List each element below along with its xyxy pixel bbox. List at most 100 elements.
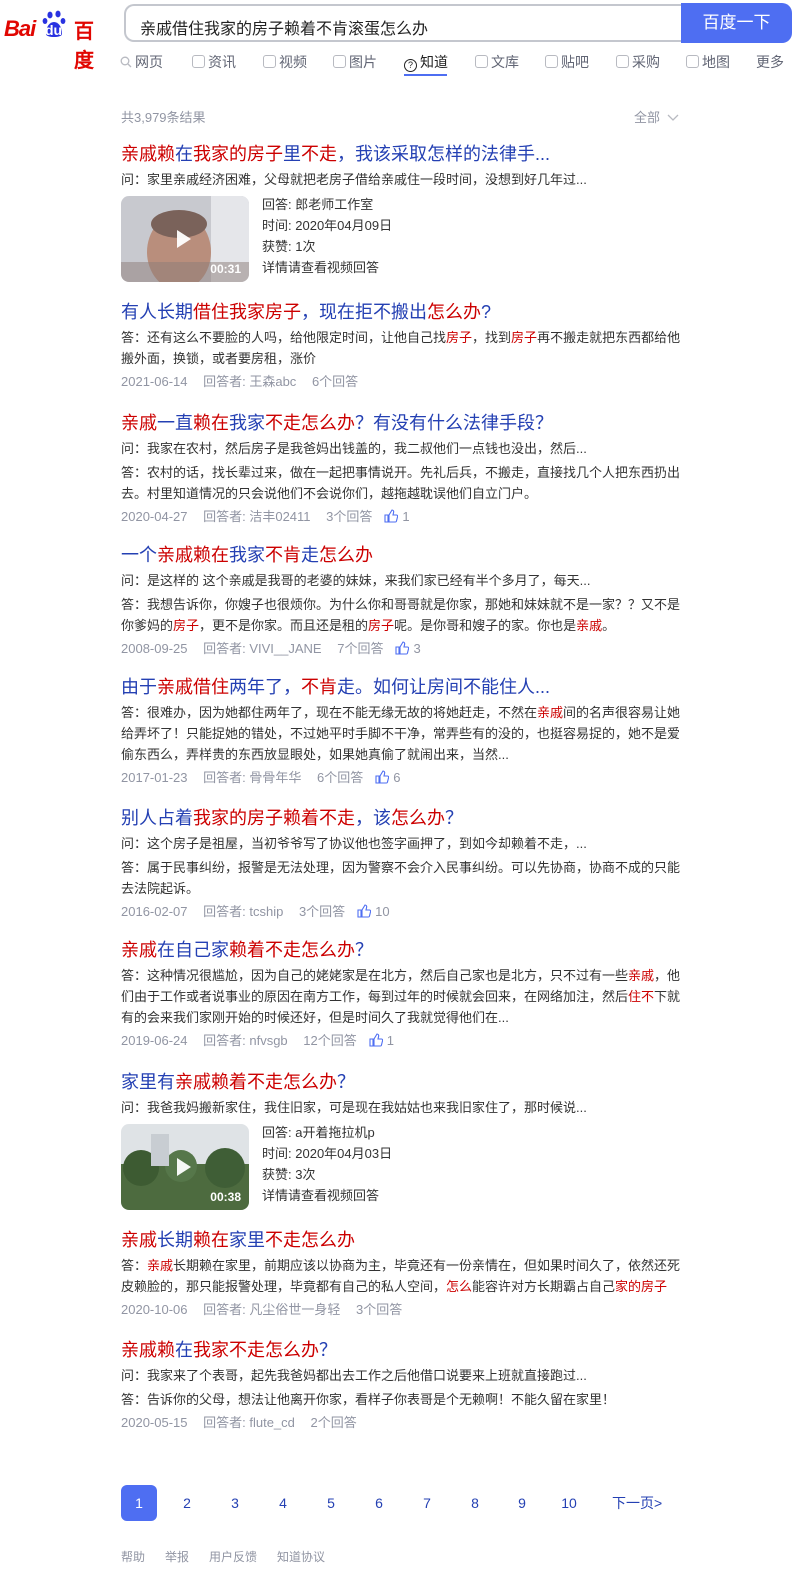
tab-web[interactable]: 网页 <box>120 52 163 78</box>
baidu-logo[interactable]: Bai du 百度 <box>4 6 108 72</box>
play-icon <box>177 1158 191 1176</box>
result-date: 2020-05-15 <box>121 1415 188 1430</box>
like-button[interactable]: 3 <box>395 641 421 656</box>
result-meta: 2019-06-24 回答者: nfvsgb 12个回答 1 <box>121 1031 681 1051</box>
result-answerer[interactable]: 回答者: 洁丰02411 <box>203 507 310 527</box>
likes-label: 获赞: <box>262 1167 292 1182</box>
like-button[interactable]: 10 <box>357 904 390 919</box>
active-tab-indicator <box>404 74 447 76</box>
like-button[interactable]: 6 <box>375 770 400 785</box>
result-answer-count[interactable]: 2个回答 <box>311 1413 357 1433</box>
result-title-link[interactable]: 亲戚在自己家赖着不走怎么办？ <box>121 938 681 962</box>
tab-label: 知道 <box>420 54 448 70</box>
footer-link[interactable]: 用户反馈 <box>209 1548 257 1565</box>
footer-link[interactable]: 举报 <box>165 1548 189 1565</box>
result-answer-count[interactable]: 3个回答 <box>326 507 372 527</box>
result-item: 亲戚赖在我家不走怎么办？ 问：我家来了个表哥，起先我爸妈都出去工作之后他借口说要来… <box>121 1338 681 1433</box>
tab-shop[interactable]: 采购 <box>616 52 660 78</box>
result-answerer[interactable]: 回答者: 王森abc <box>203 372 296 392</box>
video-thumbnail[interactable]: 00:31 <box>121 196 249 282</box>
result-answer-count[interactable]: 3个回答 <box>299 902 345 922</box>
result-date: 2016-02-07 <box>121 904 188 919</box>
result-date: 2017-01-23 <box>121 770 188 785</box>
video-more-link[interactable]: 详情请查看视频回答 <box>262 257 392 278</box>
page-8-button[interactable]: 8 <box>457 1485 493 1521</box>
page-5-button[interactable]: 5 <box>313 1485 349 1521</box>
result-title-link[interactable]: 有人长期借住我家房子，现在拒不搬出怎么办? <box>121 300 681 324</box>
video-icon <box>263 55 276 68</box>
result-answer-count[interactable]: 6个回答 <box>312 372 358 392</box>
result-snippet: 答：告诉你的父母，想法让他离开你家，看样子你表哥是个无赖啊！不能久留在家里！ <box>121 1392 616 1407</box>
result-title-link[interactable]: 亲戚赖在我家的房子里不走，我该采取怎样的法律手... <box>121 142 681 166</box>
answer-label: 回答: <box>262 197 292 212</box>
result-date: 2008-09-25 <box>121 641 188 656</box>
result-answer-count[interactable]: 7个回答 <box>337 639 383 659</box>
tab-wenku[interactable]: 文库 <box>475 52 519 78</box>
result-title-link[interactable]: 由于亲戚借住两年了，不肯走。如何让房间不能住人... <box>121 675 681 699</box>
answer-label: 回答: <box>262 1125 292 1140</box>
page-4-button[interactable]: 4 <box>265 1485 301 1521</box>
thumbs-up-icon <box>357 904 372 918</box>
video-answerer[interactable]: a开着拖拉机p <box>295 1125 374 1140</box>
tab-label: 贴吧 <box>561 54 589 70</box>
tab-more[interactable]: 更多 <box>756 52 784 78</box>
result-item: 家里有亲戚赖着不走怎么办？ 问：我爸我妈搬新家住，我住旧家，可是现在我姑姑也来我旧… <box>121 1070 681 1212</box>
thumbs-up-icon <box>395 641 410 655</box>
page-7-button[interactable]: 7 <box>409 1485 445 1521</box>
page-9-button[interactable]: 9 <box>504 1485 540 1521</box>
chevron-down-icon <box>667 114 679 121</box>
video-answerer[interactable]: 郎老师工作室 <box>295 197 373 212</box>
result-answerer[interactable]: 回答者: 骨骨年华 <box>203 768 301 788</box>
page-10-button[interactable]: 10 <box>551 1485 587 1521</box>
result-meta: 2020-10-06 回答者: 凡尘俗世一身轻 3个回答 <box>121 1300 681 1320</box>
footer-link[interactable]: 知道协议 <box>277 1548 325 1565</box>
tab-video[interactable]: 视频 <box>263 52 307 78</box>
result-answer-count[interactable]: 6个回答 <box>317 768 363 788</box>
page-2-button[interactable]: 2 <box>169 1485 205 1521</box>
page-3-button[interactable]: 3 <box>217 1485 253 1521</box>
video-thumbnail[interactable]: 00:38 <box>121 1124 249 1210</box>
search-query-text: 亲戚借住我家的房子赖着不肯滚蛋怎么办 <box>140 21 429 38</box>
search-button[interactable]: 百度一下 <box>681 3 792 43</box>
video-more-link[interactable]: 详情请查看视频回答 <box>262 1185 392 1206</box>
result-title-link[interactable]: 一个亲戚赖在我家不肯走怎么办 <box>121 543 681 567</box>
tab-image[interactable]: 图片 <box>333 52 377 78</box>
search-input[interactable]: 亲戚借住我家的房子赖着不肯滚蛋怎么办 <box>124 4 682 42</box>
time-label: 时间: <box>262 1146 292 1161</box>
result-answerer[interactable]: 回答者: nfvsgb <box>203 1031 288 1051</box>
tab-map[interactable]: 地图 <box>686 52 730 78</box>
result-item: 由于亲戚借住两年了，不肯走。如何让房间不能住人... 答：很难办，因为她都住两年了… <box>121 675 681 788</box>
result-item: 亲戚赖在我家的房子里不走，我该采取怎样的法律手... 问：家里亲戚经济困难，父母就… <box>121 142 681 284</box>
result-meta: 2008-09-25 回答者: VIVI__JANE 7个回答 3 <box>121 639 681 659</box>
result-answer-count[interactable]: 3个回答 <box>356 1300 402 1320</box>
like-button[interactable]: 1 <box>369 1033 394 1048</box>
video-likes: 3次 <box>295 1167 316 1182</box>
image-icon <box>333 55 346 68</box>
tab-news[interactable]: 资讯 <box>192 52 236 78</box>
footer-link[interactable]: 帮助 <box>121 1548 145 1565</box>
result-date: 2020-04-27 <box>121 509 188 524</box>
result-title-link[interactable]: 亲戚赖在我家不走怎么办？ <box>121 1338 681 1362</box>
result-date: 2021-06-14 <box>121 374 188 389</box>
filter-dropdown[interactable]: 全部 <box>634 107 679 126</box>
result-title-link[interactable]: 家里有亲戚赖着不走怎么办？ <box>121 1070 681 1094</box>
result-title-link[interactable]: 亲戚长期赖在家里不走怎么办 <box>121 1228 681 1252</box>
video-time: 2020年04月03日 <box>295 1146 393 1161</box>
result-answer-count[interactable]: 12个回答 <box>303 1031 356 1051</box>
result-answerer[interactable]: 回答者: tcship <box>203 902 283 922</box>
tab-tieba[interactable]: 贴吧 <box>545 52 589 78</box>
shop-icon <box>616 55 629 68</box>
result-answerer[interactable]: 回答者: 凡尘俗世一身轻 <box>203 1300 340 1320</box>
result-answerer[interactable]: 回答者: flute_cd <box>203 1413 295 1433</box>
video-time: 2020年04月09日 <box>295 218 393 233</box>
result-answerer[interactable]: 回答者: VIVI__JANE <box>203 639 321 659</box>
like-button[interactable]: 1 <box>384 509 410 524</box>
result-item: 亲戚在自己家赖着不走怎么办？ 答：这种情况很尴尬，因为自己的姥姥家是在北方，然后自… <box>121 938 681 1051</box>
result-title-link[interactable]: 别人占着我家的房子赖着不走，该怎么办？ <box>121 806 681 830</box>
next-page-button[interactable]: 下一页> <box>612 1485 662 1521</box>
result-snippet: 答：属于民事纠纷，报警是无法处理，因为警察不会介入民事纠纷。可以先协商，协商不成… <box>121 860 681 896</box>
result-snippet: 答：这种情况很尴尬，因为自己的姥姥家是在北方，然后自己家也是北方，只不过有一些亲… <box>121 968 681 1025</box>
page-1-button[interactable]: 1 <box>121 1485 157 1521</box>
result-title-link[interactable]: 亲戚一直赖在我家不走怎么办？有没有什么法律手段？ <box>121 411 681 435</box>
page-6-button[interactable]: 6 <box>361 1485 397 1521</box>
